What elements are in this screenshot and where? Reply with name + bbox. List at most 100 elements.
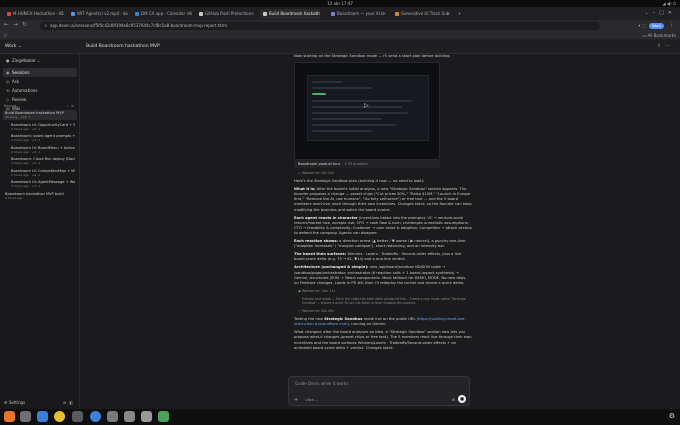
browser-tab[interactable]: Generative UI Track Sub ✕ bbox=[392, 9, 452, 19]
nav-automations-icon: ⟲ bbox=[6, 88, 10, 93]
power-icon[interactable]: ⏻ bbox=[673, 1, 676, 6]
browser-tab[interactable]: DM CA app - Calendar - Wee✕ bbox=[132, 9, 192, 19]
play-icon[interactable]: ▷ bbox=[364, 102, 369, 109]
app-icon[interactable] bbox=[107, 411, 118, 422]
vscode-icon[interactable] bbox=[37, 411, 48, 422]
system-tray[interactable]: ◢ ◀) ⏻ bbox=[663, 1, 676, 6]
tab-search-icon[interactable]: ⌄ bbox=[644, 10, 652, 16]
text-span: Testing the new bbox=[294, 317, 325, 322]
message-composer[interactable]: Guide Devin while it works + Ultra ⌄ ⊚ ■ bbox=[288, 376, 470, 406]
browser-tab[interactable]: GitHub Push Protection - ✕ bbox=[196, 9, 256, 19]
filter-icon[interactable]: ≡ bbox=[71, 104, 76, 108]
workspace-switcher[interactable]: Work ⌄ bbox=[5, 44, 22, 49]
tab-close-icon[interactable]: ✕ bbox=[447, 9, 450, 19]
app-header: Work ⌄ Build Boardroom hackathon MVP ⇪⋯ bbox=[0, 40, 680, 54]
files-icon[interactable] bbox=[20, 411, 31, 422]
tab-close-icon[interactable]: ✕ bbox=[123, 9, 126, 19]
thumb-line bbox=[312, 106, 402, 109]
browser-tab[interactable]: WIT Agent(s) v2.mp4 - Lo ✕ bbox=[68, 9, 128, 19]
share-icon[interactable]: ⇪ bbox=[657, 43, 665, 49]
recent-session-meta: 2 hours ago · +2 -1 bbox=[11, 126, 41, 131]
recent-session-item[interactable]: Boardroom UI: BoardMenu + ActionF... 2 ho… bbox=[3, 145, 77, 155]
attach-plus-icon[interactable]: + bbox=[294, 397, 298, 403]
tab-close-icon[interactable]: ✕ bbox=[187, 9, 190, 19]
browser-tab[interactable]: M HUNCH Hackathon - ID: ✕ bbox=[4, 9, 64, 19]
settings-label: Settings bbox=[8, 400, 26, 405]
sidebar-item-label: Ask bbox=[12, 79, 20, 84]
plan-architecture: Architecture (unchanged & simple): new /… bbox=[294, 265, 472, 285]
tab-close-icon[interactable]: ✕ bbox=[383, 9, 386, 19]
worked-for-toggle[interactable]: ◷ Worked for 50s 49s bbox=[298, 309, 472, 313]
apps-grid-icon[interactable]: ⠿ bbox=[4, 33, 7, 38]
window-controls[interactable]: ⌄–□✕ bbox=[644, 10, 676, 16]
app-icon[interactable] bbox=[141, 411, 152, 422]
reload-icon[interactable]: ↻ bbox=[22, 21, 27, 28]
sidebar-item-sessions[interactable]: ◉ Sessions bbox=[3, 68, 77, 77]
tab-close-icon[interactable]: ✕ bbox=[251, 9, 254, 19]
address-bar[interactable]: ⊙ app.devin.ai/sessions/f5f0c42d0f394e8c… bbox=[40, 22, 600, 30]
app-grid-icon[interactable]: ⚙ bbox=[669, 412, 675, 420]
header-actions: ⇪⋯ bbox=[657, 43, 674, 49]
sidebar-item-ask[interactable]: ◎ Ask bbox=[3, 77, 77, 86]
sidebar-item-review[interactable]: ◇ Review bbox=[3, 95, 77, 104]
browser-menu-icon[interactable]: ⋮ bbox=[669, 22, 674, 28]
browser-tab[interactable]: Build Boardroom hackath ✕ bbox=[260, 9, 320, 19]
plan-label: Each agent reacts in character bbox=[294, 215, 358, 220]
model-selector[interactable]: Ultra ⌄ bbox=[305, 398, 318, 402]
app-icon[interactable] bbox=[124, 411, 135, 422]
more-icon[interactable]: ⋯ bbox=[665, 43, 674, 49]
new-tab-button[interactable]: + bbox=[456, 9, 466, 19]
recent-session-meta: 2 hours ago · +3 -1 bbox=[11, 138, 41, 142]
recent-session-item[interactable]: Boardroom hackathon MVP build 2 hours ago bbox=[3, 191, 77, 201]
firefox-icon[interactable] bbox=[4, 411, 15, 422]
recent-session-meta: Working · +14 -7 bbox=[5, 115, 31, 119]
chrome-icon[interactable] bbox=[54, 411, 65, 422]
recent-session-time: Working bbox=[5, 115, 18, 119]
all-bookmarks-label: All Bookmarks bbox=[647, 33, 676, 38]
tab-close-icon[interactable]: ✕ bbox=[315, 9, 318, 19]
recent-session-item[interactable]: Boardroom UI: OpportunityCard + Sl... 2 h… bbox=[3, 122, 77, 132]
site-info-icon[interactable]: ⊙ bbox=[44, 22, 47, 30]
thumb-line bbox=[312, 87, 372, 90]
recents-header: Recent ⌕≡ bbox=[4, 104, 76, 108]
terminal-icon[interactable] bbox=[72, 411, 83, 422]
recent-session-item[interactable]: Boardroom UI: CompetitorMap + WV... 2 hou… bbox=[3, 168, 77, 178]
all-bookmarks-button[interactable]: ▭ All Bookmarks bbox=[642, 33, 676, 38]
send-button[interactable]: ■ bbox=[458, 395, 466, 403]
plan-label: What it is: bbox=[294, 187, 316, 192]
close-window-icon[interactable]: ✕ bbox=[668, 10, 676, 16]
settings-button[interactable]: ⚙ Settings bbox=[4, 400, 25, 405]
recent-session-item[interactable]: Boardroom UI: AgentMessage + Work...2 ho… bbox=[3, 179, 77, 189]
recent-session-item[interactable]: Boardroom: Cloud Run deploy (Docke... 2 h… bbox=[3, 156, 77, 166]
tab-close-icon[interactable]: ✕ bbox=[59, 9, 62, 19]
tab-favicon-icon bbox=[7, 12, 11, 16]
plan-label: Each reaction shows: bbox=[294, 239, 338, 244]
recent-session-meta: 2 hours ago · +3 -1 bbox=[11, 149, 41, 154]
org-switcher[interactable]: ● Ziegelbaker ⌄ bbox=[3, 56, 77, 65]
plan-label: Architecture (unchanged & simple): bbox=[294, 265, 369, 270]
recent-session-item[interactable]: Boardroom: board agent prompts + ... 2 ho… bbox=[3, 133, 77, 143]
back-arrow-icon[interactable]: ← bbox=[4, 21, 9, 28]
profile-badge[interactable]: Work bbox=[649, 23, 664, 29]
chat-panel: Now starting on the Strategic Sandbox mo… bbox=[80, 54, 680, 409]
microphone-icon[interactable]: ⊚ bbox=[452, 397, 455, 402]
network-icon[interactable]: ◢ bbox=[663, 1, 666, 6]
composer-input[interactable]: Guide Devin while it works bbox=[295, 381, 348, 386]
browser-tab[interactable]: Boardroom — your AI b ✕ bbox=[328, 9, 388, 19]
app-icon[interactable] bbox=[158, 411, 169, 422]
sidebar-item-automations[interactable]: ⟲ Automations bbox=[3, 86, 77, 95]
worked-for-toggle[interactable]: ◷ Worked for 10s 31s bbox=[298, 171, 472, 175]
sidebar-item-label: Automations bbox=[12, 88, 38, 93]
worked-for-toggle[interactable]: ◉ Worked for 14m 51s bbox=[298, 289, 472, 293]
extensions-icon[interactable]: ✦ ⬚ bbox=[638, 23, 646, 28]
maximize-icon[interactable]: □ bbox=[659, 10, 668, 16]
recent-session-time: 2 hours ago bbox=[11, 172, 29, 177]
system-clock[interactable]: 13 abr 17:47 bbox=[0, 0, 680, 7]
forward-arrow-icon[interactable]: → bbox=[13, 21, 18, 28]
recent-session-time: 2 hours ago bbox=[11, 138, 29, 142]
recent-session-item[interactable]: Build Boardroom hackathon MVP Working · +… bbox=[3, 110, 77, 120]
collapse-sidebar-icon[interactable]: ◧ bbox=[69, 400, 76, 405]
volume-icon[interactable]: ◀) bbox=[667, 1, 672, 6]
chromium-icon[interactable] bbox=[90, 411, 101, 422]
video-attachment[interactable]: ▷ bbox=[294, 62, 440, 161]
